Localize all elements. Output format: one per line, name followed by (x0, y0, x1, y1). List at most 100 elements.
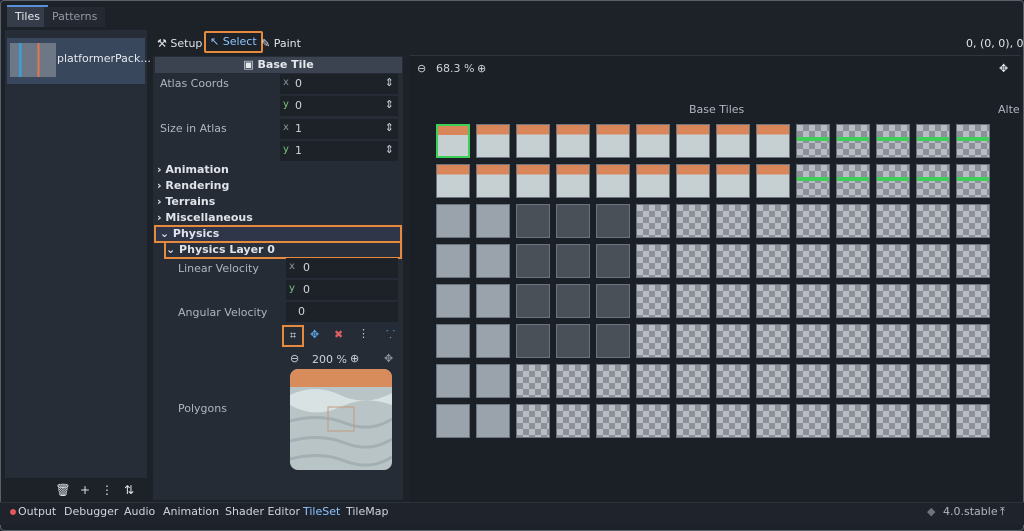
atlas-tile[interactable] (956, 324, 990, 358)
atlas-tile[interactable] (876, 244, 910, 278)
atlas-tile[interactable] (516, 124, 550, 158)
atlas-tile[interactable] (756, 284, 790, 318)
atlas-tile[interactable] (916, 164, 950, 198)
atlas-tile[interactable] (516, 284, 550, 318)
atlas-tile[interactable] (716, 364, 750, 398)
atlas-tile[interactable] (476, 164, 510, 198)
atlas-tile[interactable] (796, 204, 830, 238)
tab-patterns[interactable]: Patterns (44, 7, 106, 27)
atlas-tile[interactable] (916, 324, 950, 358)
size-x-field[interactable]: x 1 ⇕ (280, 119, 398, 139)
atlas-tile[interactable] (956, 204, 990, 238)
atlas-tile[interactable] (436, 364, 470, 398)
atlas-coords-y-field[interactable]: y 0 ⇕ (280, 96, 398, 116)
atlas-tile[interactable] (516, 404, 550, 438)
atlas-tile[interactable] (956, 244, 990, 278)
atlas-tile[interactable] (556, 164, 590, 198)
atlas-tile[interactable] (796, 324, 830, 358)
add-icon[interactable]: + (74, 483, 96, 497)
atlas-tile[interactable] (756, 124, 790, 158)
atlas-tile[interactable] (636, 284, 670, 318)
atlas-tile[interactable] (516, 164, 550, 198)
tab-audio[interactable]: Audio (124, 505, 155, 518)
atlas-tile[interactable] (796, 244, 830, 278)
tab-output[interactable]: Output (18, 505, 56, 518)
atlas-tile[interactable] (916, 124, 950, 158)
atlas-tile[interactable] (956, 164, 990, 198)
atlas-tile[interactable] (596, 324, 630, 358)
atlas-zoom-out-icon[interactable]: ⊖ (417, 62, 426, 75)
atlas-tile[interactable] (756, 324, 790, 358)
spin-icon[interactable]: ⇕ (385, 76, 394, 89)
section-animation[interactable]: › Animation (157, 163, 229, 176)
atlas-tile[interactable] (636, 124, 670, 158)
select-button[interactable]: ↖ Select (204, 31, 263, 53)
polygon-edit-icon[interactable]: ✥ (310, 328, 319, 341)
atlas-tile[interactable] (956, 124, 990, 158)
atlas-tile[interactable] (476, 284, 510, 318)
atlas-tile[interactable] (676, 244, 710, 278)
section-rendering[interactable]: › Rendering (157, 179, 229, 192)
tile-grid[interactable] (436, 124, 992, 440)
atlas-tile[interactable] (836, 244, 870, 278)
atlas-tile[interactable] (556, 244, 590, 278)
selected-tile[interactable] (436, 124, 470, 158)
atlas-tile[interactable] (636, 324, 670, 358)
atlas-tile[interactable] (436, 324, 470, 358)
atlas-tile[interactable] (956, 364, 990, 398)
atlas-tile[interactable] (876, 364, 910, 398)
delete-icon[interactable]: 🗑 (52, 483, 74, 497)
tileset-item[interactable]: platformerPack... (7, 38, 151, 84)
atlas-tile[interactable] (636, 204, 670, 238)
size-y-field[interactable]: y 1 ⇕ (280, 141, 398, 161)
atlas-tile[interactable] (596, 404, 630, 438)
polygon-create-icon[interactable]: ⌗ (282, 325, 304, 347)
atlas-tile[interactable] (476, 124, 510, 158)
atlas-tile[interactable] (716, 164, 750, 198)
center-view-icon[interactable]: ✥ (384, 352, 393, 365)
zoom-out-icon[interactable]: ⊖ (290, 352, 299, 365)
atlas-tile[interactable] (956, 404, 990, 438)
atlas-tile[interactable] (436, 164, 470, 198)
atlas-zoom-in-icon[interactable]: ⊕ (477, 62, 486, 75)
atlas-tile[interactable] (796, 124, 830, 158)
atlas-tile[interactable] (956, 284, 990, 318)
atlas-tile[interactable] (836, 324, 870, 358)
atlas-tile[interactable] (516, 324, 550, 358)
atlas-tile[interactable] (556, 204, 590, 238)
snap-icon[interactable]: ⸪ (386, 327, 395, 342)
expand-panel-icon[interactable]: ⤒ (1000, 505, 1005, 519)
atlas-tile[interactable] (796, 284, 830, 318)
atlas-tile[interactable] (476, 204, 510, 238)
atlas-tile[interactable] (636, 364, 670, 398)
atlas-tile[interactable] (676, 404, 710, 438)
atlas-tile[interactable] (516, 364, 550, 398)
atlas-tile[interactable] (596, 164, 630, 198)
linear-velocity-x-field[interactable]: x 0 (286, 258, 398, 278)
atlas-tile[interactable] (916, 244, 950, 278)
atlas-tile[interactable] (796, 404, 830, 438)
atlas-tile[interactable] (676, 364, 710, 398)
linear-velocity-y-field[interactable]: y 0 (286, 280, 398, 300)
atlas-tile[interactable] (476, 324, 510, 358)
polygon-delete-icon[interactable]: ✖ (334, 328, 343, 341)
atlas-tile[interactable] (596, 244, 630, 278)
tab-shader-editor[interactable]: Shader Editor (225, 505, 300, 518)
atlas-tile[interactable] (756, 404, 790, 438)
atlas-tile[interactable] (716, 244, 750, 278)
atlas-tile[interactable] (516, 204, 550, 238)
atlas-tile[interactable] (436, 204, 470, 238)
atlas-tile[interactable] (796, 364, 830, 398)
atlas-tile[interactable] (836, 204, 870, 238)
atlas-tile[interactable] (716, 204, 750, 238)
spin-icon[interactable]: ⇕ (385, 143, 394, 156)
atlas-tile[interactable] (916, 364, 950, 398)
angular-velocity-field[interactable]: 0 (286, 302, 398, 322)
atlas-tile[interactable] (756, 164, 790, 198)
atlas-tile[interactable] (596, 364, 630, 398)
atlas-tile[interactable] (756, 364, 790, 398)
atlas-tile[interactable] (836, 124, 870, 158)
atlas-tile[interactable] (796, 164, 830, 198)
section-terrains[interactable]: › Terrains (157, 195, 215, 208)
physics-layer-0[interactable]: ⌄ Physics Layer 0 (164, 241, 402, 259)
